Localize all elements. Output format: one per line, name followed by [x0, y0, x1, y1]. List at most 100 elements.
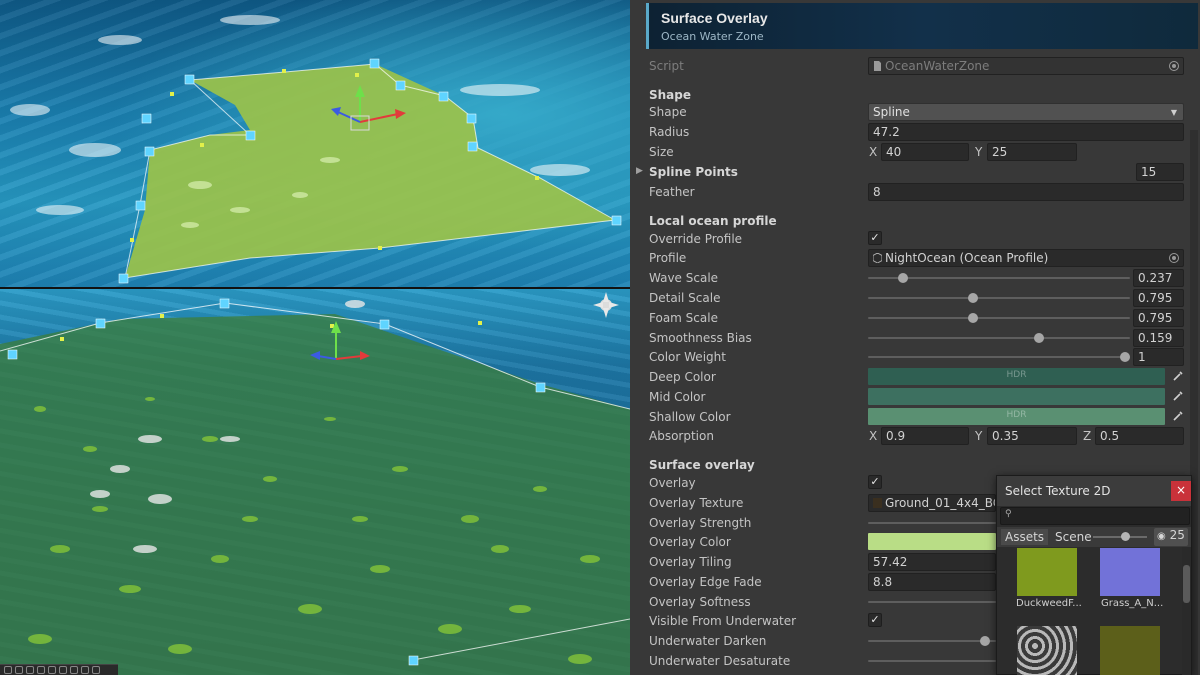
- foam-scale-row: Foam Scale 0.795: [630, 309, 1200, 328]
- popup-tabs: Assets Scene ◉ 25: [997, 527, 1191, 547]
- toolbar-tool-icon[interactable]: [15, 666, 23, 674]
- toolbar-tool-icon[interactable]: [26, 666, 34, 674]
- eyedropper-icon[interactable]: [1171, 389, 1185, 403]
- overlay-edge-fade-field[interactable]: 8.8: [868, 573, 996, 591]
- overlay-color-swatch[interactable]: [868, 533, 996, 550]
- shape-row: Shape Spline ▼: [630, 103, 1200, 122]
- hidden-count-toggle[interactable]: ◉ 25: [1154, 528, 1188, 546]
- foldout-arrow-icon[interactable]: ▶: [636, 166, 643, 176]
- feather-label: Feather: [649, 185, 695, 199]
- thumbnail-size-knob[interactable]: [1121, 532, 1130, 541]
- hidden-count: 25: [1169, 528, 1185, 542]
- texture-name[interactable]: DuckweedF...: [1016, 598, 1082, 609]
- absorption-x-field[interactable]: 0.9: [881, 427, 969, 445]
- deep-color-label: Deep Color: [649, 370, 716, 384]
- color-weight-label: Color Weight: [649, 350, 726, 364]
- toolbar-tool-icon[interactable]: [37, 666, 45, 674]
- absorption-z-field[interactable]: 0.5: [1095, 427, 1184, 445]
- size-x-field[interactable]: 40: [881, 143, 969, 161]
- shape-label: Shape: [649, 105, 687, 119]
- texture-thumbnail[interactable]: [1017, 548, 1077, 596]
- overlay-checkbox[interactable]: ✓: [868, 475, 882, 489]
- overlay-tiling-field[interactable]: 57.42: [868, 553, 996, 571]
- detail-scale-slider[interactable]: [868, 297, 1130, 299]
- close-button[interactable]: ×: [1171, 481, 1191, 501]
- eyedropper-icon[interactable]: [1171, 409, 1185, 423]
- shape-section-title: Shape: [649, 88, 692, 102]
- toolbar-tool-icon[interactable]: [81, 666, 89, 674]
- underwater-darken-label: Underwater Darken: [649, 634, 767, 648]
- toolbar-tool-icon[interactable]: [59, 666, 67, 674]
- underwater-darken-knob[interactable]: [980, 636, 990, 646]
- wave-scale-value[interactable]: 0.237: [1133, 269, 1184, 287]
- profile-field[interactable]: NightOcean (Ocean Profile): [868, 249, 1184, 267]
- texture-thumbnail[interactable]: [1100, 548, 1160, 596]
- wave-scale-knob[interactable]: [898, 273, 908, 283]
- spline-points-label[interactable]: Spline Points: [649, 165, 738, 179]
- overlay-texture-field[interactable]: Ground_01_4x4_BC: [868, 494, 996, 512]
- smoothness-bias-value[interactable]: 0.159: [1133, 329, 1184, 347]
- color-weight-value[interactable]: 1: [1133, 348, 1184, 366]
- toolbar-tool-icon[interactable]: [70, 666, 78, 674]
- visible-underwater-label: Visible From Underwater: [649, 614, 797, 628]
- toolbar-tool-icon[interactable]: [4, 666, 12, 674]
- texture-thumbnail[interactable]: [1100, 626, 1160, 675]
- popup-title: Select Texture 2D: [1005, 484, 1111, 498]
- object-picker-icon[interactable]: [1169, 253, 1179, 263]
- wave-scale-row: Wave Scale 0.237: [630, 269, 1200, 288]
- texture-thumbnail[interactable]: [1017, 626, 1077, 675]
- feather-field[interactable]: 8: [868, 183, 1184, 201]
- tab-scene[interactable]: Scene: [1051, 529, 1096, 545]
- eyedropper-icon[interactable]: [1171, 369, 1185, 383]
- texture-search-input[interactable]: ⚲: [1000, 507, 1190, 525]
- texture-name[interactable]: Grass_A_N...: [1101, 598, 1163, 609]
- scene-viewport-bottom[interactable]: [0, 289, 630, 675]
- deep-color-swatch[interactable]: HDR: [868, 368, 1165, 385]
- script-field[interactable]: OceanWaterZone: [868, 57, 1184, 75]
- size-y-axis: Y: [975, 145, 983, 159]
- size-row: Size X 40 Y 25: [630, 143, 1200, 162]
- scene-viewport-top[interactable]: [0, 0, 630, 287]
- toolbar-tool-icon[interactable]: [92, 666, 100, 674]
- script-value: OceanWaterZone: [885, 59, 990, 73]
- underwater-desaturate-slider[interactable]: [868, 660, 996, 662]
- underwater-desaturate-label: Underwater Desaturate: [649, 654, 791, 668]
- overlay-strength-label: Overlay Strength: [649, 516, 752, 530]
- foam-scale-knob[interactable]: [968, 313, 978, 323]
- radius-label: Radius: [649, 125, 690, 139]
- mid-color-swatch[interactable]: [868, 388, 1165, 405]
- underwater-darken-slider[interactable]: [868, 640, 996, 642]
- override-profile-checkbox[interactable]: ✓: [868, 231, 882, 245]
- shallow-color-swatch[interactable]: HDR: [868, 408, 1165, 425]
- foam-scale-slider[interactable]: [868, 317, 1130, 319]
- visible-underwater-checkbox[interactable]: ✓: [868, 613, 882, 627]
- spline-points-row[interactable]: ▶ Spline Points 15: [630, 163, 1200, 182]
- component-title: Surface Overlay: [661, 10, 768, 26]
- foam-scale-value[interactable]: 0.795: [1133, 309, 1184, 327]
- radius-field[interactable]: 47.2: [868, 123, 1184, 141]
- scene-toolbar[interactable]: [0, 664, 118, 675]
- size-y-field[interactable]: 25: [987, 143, 1077, 161]
- absorption-y-field[interactable]: 0.35: [987, 427, 1077, 445]
- popup-scroll-thumb[interactable]: [1183, 565, 1190, 603]
- smoothness-bias-knob[interactable]: [1034, 333, 1044, 343]
- overlay-edge-fade-label: Overlay Edge Fade: [649, 575, 762, 589]
- component-subtitle: Ocean Water Zone: [661, 30, 764, 43]
- profile-asset-icon: [873, 253, 882, 263]
- script-label: Script: [649, 59, 684, 73]
- shape-dropdown[interactable]: Spline ▼: [868, 103, 1184, 121]
- overlay-strength-slider[interactable]: [868, 522, 996, 524]
- detail-scale-knob[interactable]: [968, 293, 978, 303]
- tab-assets[interactable]: Assets: [1001, 529, 1049, 545]
- object-picker-icon[interactable]: [1169, 61, 1179, 71]
- toolbar-tool-icon[interactable]: [48, 666, 56, 674]
- overlay-area-bottom: [0, 292, 630, 675]
- popup-scrollbar[interactable]: [1182, 547, 1191, 675]
- color-weight-slider[interactable]: [868, 356, 1130, 358]
- smoothness-bias-slider[interactable]: [868, 337, 1130, 339]
- overlay-softness-slider[interactable]: [868, 601, 996, 603]
- spline-points-count[interactable]: 15: [1136, 163, 1184, 181]
- color-weight-knob[interactable]: [1120, 352, 1130, 362]
- thumbnail-size-slider[interactable]: [1093, 536, 1147, 538]
- detail-scale-value[interactable]: 0.795: [1133, 289, 1184, 307]
